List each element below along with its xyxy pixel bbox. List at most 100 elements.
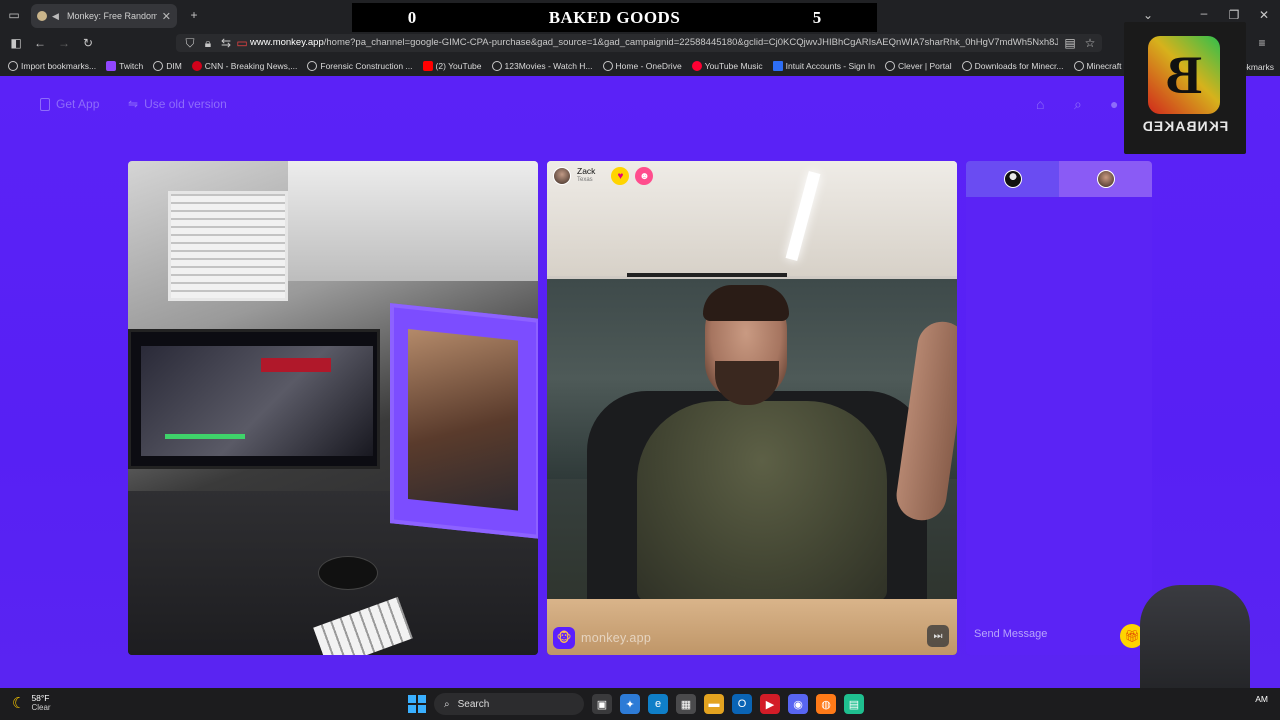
- remote-user-badge[interactable]: Zack Texas ♥ ☻: [553, 167, 654, 185]
- file-explorer-icon[interactable]: ▬: [704, 694, 724, 714]
- bookmark-item[interactable]: CNN - Breaking News,...: [191, 61, 298, 71]
- tab-remote-user[interactable]: [1059, 161, 1152, 197]
- bookmark-label: CNN - Breaking News,...: [204, 61, 298, 71]
- taskbar-search[interactable]: ⌕ Search: [434, 693, 584, 715]
- bookmark-item[interactable]: Forensic Construction ...: [307, 61, 413, 71]
- avatar: [1003, 170, 1022, 188]
- avatar: [1096, 170, 1115, 188]
- discord-icon[interactable]: ◉: [788, 694, 808, 714]
- bookmark-label: YouTube Music: [704, 61, 763, 71]
- tab-local-user[interactable]: [966, 161, 1059, 197]
- bookmark-item[interactable]: Home - OneDrive: [602, 61, 682, 71]
- menu-icon[interactable]: ≡: [1254, 36, 1270, 50]
- url-text[interactable]: www.monkey.app/home?pa_channel=google-GI…: [250, 35, 1058, 51]
- lock-icon[interactable]: 🔒︎: [200, 36, 216, 50]
- windows-taskbar: ☾ 58°F Clear ⌕ Search ▣ ✦ e ▦ ▬ O ▶ ◉ ◍ …: [0, 688, 1280, 720]
- windows-start-icon[interactable]: [408, 695, 426, 713]
- restore-icon[interactable]: ❐: [1226, 8, 1242, 22]
- tab-actions-icon[interactable]: ▭: [6, 8, 22, 22]
- monkey-favicon-icon: [37, 11, 47, 21]
- url-host: www.monkey.app: [250, 37, 324, 48]
- bookmark-item[interactable]: Import bookmarks...: [8, 61, 96, 71]
- globe-icon: [602, 61, 613, 71]
- sliders-icon: ⇋: [128, 97, 139, 111]
- heart-badge-icon[interactable]: ♥: [611, 167, 630, 185]
- send-message-input[interactable]: [974, 628, 1114, 640]
- user-info: Zack Texas: [577, 167, 595, 185]
- close-window-icon[interactable]: ✕: [1256, 8, 1272, 22]
- shield-icon[interactable]: ⛉: [182, 36, 198, 50]
- globe-icon: [961, 61, 972, 71]
- use-old-version-link[interactable]: ⇋ Use old version: [128, 97, 227, 111]
- chevron-down-icon[interactable]: ⌄: [1140, 8, 1156, 22]
- bookmark-item[interactable]: DIM: [153, 61, 182, 71]
- mask-badge-icon[interactable]: ☻: [635, 167, 654, 185]
- mouse: [318, 556, 378, 590]
- sidebar-toggle-icon[interactable]: ◧: [8, 36, 24, 50]
- streamer-logo-text: FKNBAKED: [1141, 118, 1229, 134]
- bookmark-item[interactable]: YouTube Music: [691, 61, 763, 71]
- bookmark-label: (2) YouTube: [435, 61, 482, 71]
- get-app-link[interactable]: Get App: [40, 97, 99, 111]
- task-view-icon[interactable]: ▣: [592, 694, 612, 714]
- brand-label: monkey.app: [581, 631, 652, 645]
- tab-title: Monkey: Free Random Vide: [67, 11, 157, 21]
- chat-tabs: [966, 161, 1152, 197]
- skip-next-button[interactable]: ⏭︎: [927, 625, 949, 647]
- youtube-icon: [422, 61, 433, 71]
- site-settings-icon[interactable]: ⇆: [218, 36, 234, 50]
- bookmark-label: Import bookmarks...: [21, 61, 97, 71]
- right-score: 5: [812, 8, 822, 27]
- search-icon[interactable]: ⌕: [1074, 96, 1082, 113]
- bookmark-label: Home - OneDrive: [615, 61, 682, 71]
- reload-icon[interactable]: ↻: [80, 36, 96, 50]
- copilot-icon[interactable]: ✦: [620, 694, 640, 714]
- bookmark-item[interactable]: Clever | Portal: [884, 61, 952, 71]
- other-bookmarks[interactable]: okmarks: [1242, 62, 1274, 72]
- app-icon[interactable]: ▤: [844, 694, 864, 714]
- bookmark-item[interactable]: Intuit Accounts - Sign In: [772, 61, 875, 71]
- profile-icon[interactable]: ●: [1110, 96, 1118, 112]
- reader-view-icon[interactable]: ▤: [1062, 36, 1078, 50]
- person-body: [637, 401, 887, 601]
- close-tab-icon[interactable]: ✕: [162, 10, 171, 23]
- chat-input-row: 🎁︎: [966, 613, 1152, 655]
- firefox-icon[interactable]: ◍: [816, 694, 836, 714]
- twitch-icon: [106, 61, 117, 71]
- bookmark-item[interactable]: (2) YouTube: [422, 61, 482, 71]
- bookmark-item[interactable]: 123Movies - Watch H...: [491, 61, 593, 71]
- browser-tab[interactable]: ◀ Monkey: Free Random Vide ✕: [31, 4, 177, 28]
- user-name: Zack: [577, 166, 596, 176]
- cnn-icon: [191, 61, 202, 71]
- outlook-icon[interactable]: O: [732, 694, 752, 714]
- back-icon[interactable]: ←: [32, 36, 48, 50]
- bookmark-item[interactable]: Downloads for Minecr...: [961, 61, 1064, 71]
- streamer-logo-overlay: B FKNBAKED: [1124, 22, 1246, 154]
- globe-icon: [884, 61, 895, 71]
- weather-text: 58°F Clear: [31, 693, 50, 713]
- url-path: /home?pa_channel=google-GIMC-CPA-purchas…: [323, 37, 1058, 48]
- laptop-screen: [390, 303, 538, 539]
- shop-icon[interactable]: ⌂: [1036, 96, 1044, 112]
- bookmark-label: DIM: [166, 61, 182, 71]
- use-old-version-label: Use old version: [144, 97, 227, 111]
- bookmark-star-icon[interactable]: ☆: [1082, 36, 1098, 50]
- edge-icon[interactable]: e: [648, 694, 668, 714]
- new-tab-icon[interactable]: +: [186, 8, 202, 22]
- intuit-icon: [772, 61, 783, 71]
- forward-icon[interactable]: →: [56, 36, 72, 50]
- media-player-icon[interactable]: ▶: [760, 694, 780, 714]
- weather-widget[interactable]: ☾ 58°F Clear: [12, 693, 51, 713]
- chat-panel: 🎁︎: [966, 161, 1152, 655]
- bookmarks-bar: Import bookmarks... Twitch DIM CNN - Breaki…: [0, 56, 1280, 76]
- weather-condition: Clear: [31, 703, 51, 712]
- avatar[interactable]: [553, 167, 571, 185]
- screen-red-panel: [261, 358, 331, 372]
- store-icon[interactable]: ▦: [676, 694, 696, 714]
- speaker-icon[interactable]: ◀: [52, 11, 62, 21]
- minimize-icon[interactable]: –: [1196, 6, 1212, 20]
- bookmark-item[interactable]: Twitch: [106, 61, 143, 71]
- clock[interactable]: AM: [1255, 694, 1268, 704]
- left-score: 0: [407, 8, 417, 27]
- camera-active-icon[interactable]: ▭: [234, 36, 250, 50]
